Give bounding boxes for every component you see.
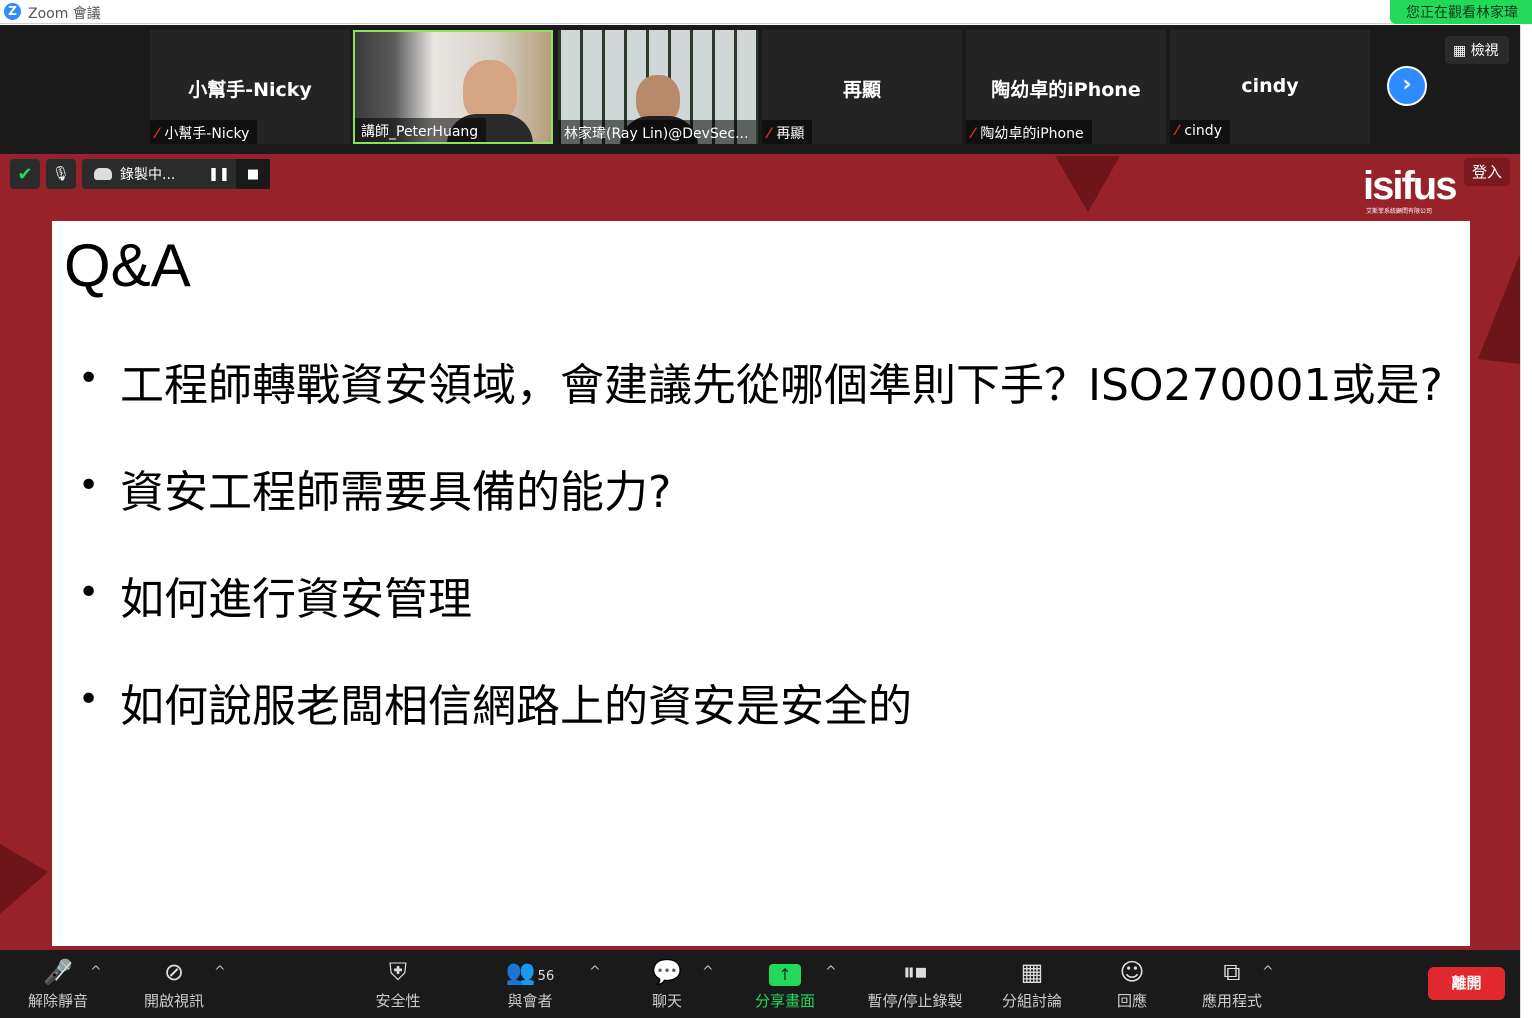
reactions-button[interactable]: ☺ 回應 [1106,956,1158,1011]
slide-bullet: 工程師轉戰資安領域，會建議先從哪個準則下手？ISO270001或是? [78,349,1443,456]
participant-tile[interactable]: 陶幼卓的iPhone ⁄ 陶幼卓的iPhone [966,30,1166,144]
participant-display-name: 陶幼卓的iPhone [991,79,1141,101]
company-logo-subtitle: 艾斯菲系統顧問有限公司 [1366,208,1433,215]
apps-button[interactable]: ⧉ 應用程式 [1196,956,1268,1011]
shield-icon: ⛨ [389,958,407,986]
share-control-bar: ✔ 🎙 錄製中... ❚❚ ■ [10,159,270,189]
shared-screen: ✔ 🎙 錄製中... ❚❚ ■ 登入 isifus 艾斯菲系統顧問有限公司 Q&… [0,154,1520,950]
participant-name-label: ⁄ 陶幼卓的iPhone [966,120,1092,144]
mic-muted-icon: ⁄ [768,126,771,142]
company-logo: isifus [1363,164,1457,208]
recording-label: 錄製中... [120,167,176,183]
mic-muted-icon: ⁄ [972,126,975,142]
chat-options-caret-icon[interactable]: ^ [702,964,714,980]
next-page-button[interactable]: › [1387,66,1427,106]
pause-recording-button[interactable]: ❚❚ [202,159,236,189]
grid-icon: ▦ [1020,958,1044,986]
start-video-button[interactable]: ⊘ 開啟視訊 [138,956,210,1011]
cloud-icon [94,168,112,180]
slide-title: Q&A [64,232,191,299]
title-bar: Z Zoom 會議 您正在觀看林家瑋 [0,0,1532,24]
recording-indicator: 錄製中... ❚❚ ■ [82,159,270,189]
share-options-caret-icon[interactable]: ^ [825,964,837,980]
presentation-slide: Q&A 工程師轉戰資安領域，會建議先從哪個準則下手？ISO270001或是? 資… [52,221,1470,946]
meeting-toolbar: 🎤̸ 解除靜音 ^ ⊘ 開啟視訊 ^ ⛨ 安全性 👥 56 與會者 ^ 💬 聊天 … [0,950,1520,1018]
chat-button[interactable]: 💬 聊天 [636,956,698,1011]
view-button[interactable]: ▦ 檢視 [1445,36,1509,64]
window-edge [1520,25,1532,1018]
participant-display-name: 小幫手-Nicky [188,79,312,101]
window-title: Zoom 會議 [28,6,101,22]
microphone-icon[interactable]: 🎙 [46,159,76,189]
people-icon: 👥 [505,958,536,986]
participant-tile[interactable]: cindy ⁄ cindy [1170,30,1370,144]
audio-options-caret-icon[interactable]: ^ [90,964,102,980]
participant-strip: 小幫手-Nicky ⁄ 小幫手-Nicky 講師_PeterHuang 林家瑋(R… [0,25,1520,154]
person-face [463,60,517,122]
decor-triangle [1478,254,1520,364]
smiley-add-icon: ☺ [1119,958,1145,986]
mic-muted-icon: ⁄ [156,126,159,142]
participant-display-name: cindy [1241,75,1299,97]
video-off-icon: ⊘ [163,958,185,986]
participant-name-label: 林家瑋(Ray Lin)@DevSec... [558,120,757,144]
participants-button[interactable]: 👥 56 與會者 [496,956,564,1011]
video-options-caret-icon[interactable]: ^ [214,964,226,980]
apps-options-caret-icon[interactable]: ^ [1262,964,1274,980]
chat-bubble-icon: 💬 [652,958,682,986]
decor-triangle [0,844,48,914]
slide-bullet: 如何說服老闆相信網路上的資安是安全的 [78,670,1443,777]
participant-display-name: 再顯 [842,79,881,101]
participant-video-tile[interactable]: 講師_PeterHuang [353,30,553,144]
apps-icon: ⧉ [1223,958,1241,986]
security-shield-icon[interactable]: ✔ [10,159,40,189]
participant-name-label: ⁄ cindy [1170,120,1230,144]
pause-stop-recording-button[interactable]: ⏸⏹ 暫停/停止錄製 [858,956,972,1011]
mic-muted-icon: 🎤̸ [43,958,73,986]
participant-video-tile[interactable]: 林家瑋(Ray Lin)@DevSec... [558,30,758,144]
leave-meeting-button[interactable]: 離開 [1428,967,1505,1000]
participant-tile[interactable]: 小幫手-Nicky ⁄ 小幫手-Nicky [150,30,350,144]
decor-triangle [1055,156,1120,212]
mic-muted-icon: ⁄ [1176,123,1179,139]
security-button[interactable]: ⛨ 安全性 [364,956,432,1011]
pause-stop-icon: ⏸⏹ [903,958,927,986]
slide-bullet: 資安工程師需要具備的能力? [78,456,1443,563]
signin-button[interactable]: 登入 [1464,158,1510,186]
share-arrow-icon: ↑ [769,964,801,986]
participants-options-caret-icon[interactable]: ^ [589,964,601,980]
participant-name-label: ⁄ 小幫手-Nicky [150,120,258,144]
stop-recording-button[interactable]: ■ [236,159,270,189]
slide-bullet: 如何進行資安管理 [78,563,1443,670]
unmute-button[interactable]: 🎤̸ 解除靜音 [22,956,94,1011]
zoom-logo-icon: Z [4,3,21,20]
slide-bullet-list: 工程師轉戰資安領域，會建議先從哪個準則下手？ISO270001或是? 資安工程師… [78,349,1443,777]
participant-tile[interactable]: 再顯 ⁄ 再顯 [762,30,962,144]
share-screen-button[interactable]: ↑ 分享畫面 [748,956,822,1011]
viewing-banner[interactable]: 您正在觀看林家瑋 [1390,0,1532,24]
chevron-right-icon: › [1402,72,1412,97]
breakout-rooms-button[interactable]: ▦ 分組討論 [996,956,1068,1011]
participant-name-label: 講師_PeterHuang [355,118,487,142]
participants-count: 56 [537,969,555,984]
grid-icon: ▦ [1453,43,1467,59]
participant-name-label: ⁄ 再顯 [762,120,813,144]
